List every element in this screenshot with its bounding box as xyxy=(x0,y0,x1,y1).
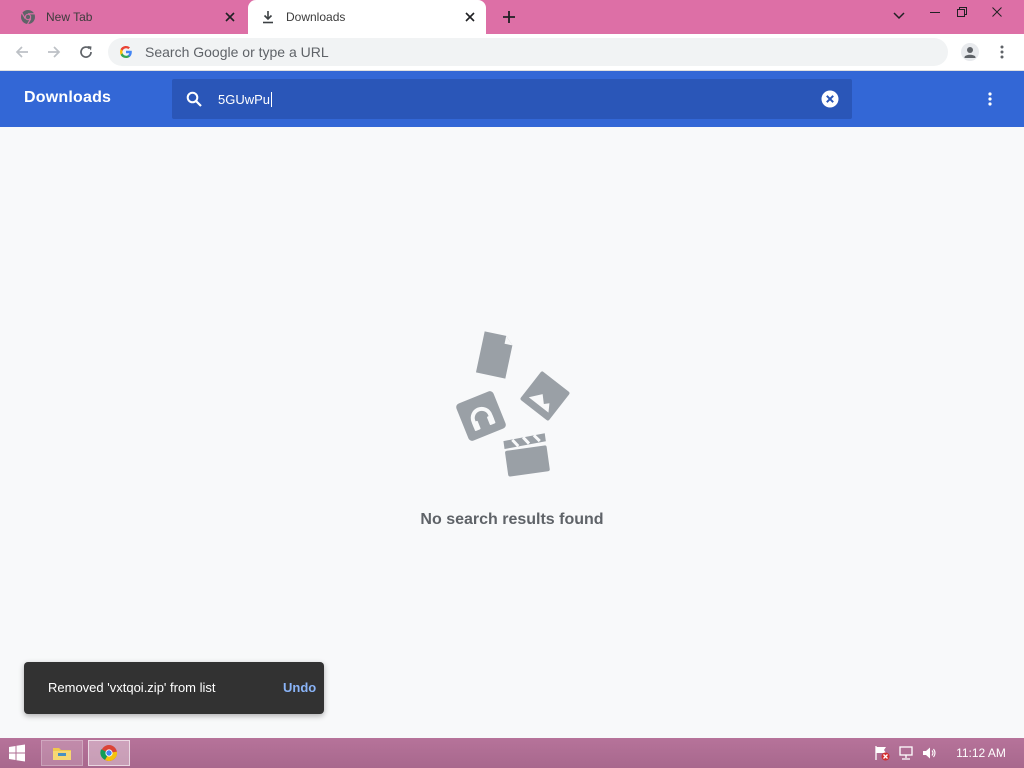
empty-state-illustration xyxy=(448,330,578,482)
downloads-header: Downloads 5GUwPu xyxy=(0,71,1024,127)
arrow-left-icon xyxy=(15,46,28,58)
undo-button[interactable]: Undo xyxy=(283,680,316,695)
text-caret xyxy=(271,91,273,107)
close-window-button[interactable] xyxy=(980,0,1014,24)
back-button[interactable] xyxy=(10,40,34,64)
arrow-right-icon xyxy=(48,46,61,58)
tab-new-tab[interactable]: New Tab xyxy=(8,0,246,34)
clear-icon xyxy=(821,90,839,108)
more-vert-icon xyxy=(1000,45,1004,59)
close-icon[interactable] xyxy=(460,7,480,27)
tab-label: New Tab xyxy=(46,10,93,24)
profile-button[interactable] xyxy=(958,40,982,64)
taskbar-chrome[interactable] xyxy=(88,740,130,766)
reload-icon xyxy=(80,46,92,58)
volume-icon[interactable] xyxy=(921,745,937,761)
search-input[interactable]: 5GUwPu xyxy=(218,91,820,107)
empty-state-message: No search results found xyxy=(420,511,604,528)
download-icon xyxy=(260,9,276,25)
image-icon xyxy=(520,371,570,421)
close-icon xyxy=(992,7,1002,17)
google-icon xyxy=(118,44,134,60)
folder-icon xyxy=(53,748,71,760)
action-center-flag-icon[interactable] xyxy=(874,745,890,761)
search-query: 5GUwPu xyxy=(218,91,271,107)
downloads-search-field[interactable]: 5GUwPu xyxy=(172,79,852,119)
windows-logo-icon xyxy=(9,744,25,762)
restore-button[interactable] xyxy=(945,0,979,24)
omnibox-input[interactable] xyxy=(143,43,948,61)
taskbar-file-explorer[interactable] xyxy=(41,740,83,766)
tab-downloads[interactable]: Downloads xyxy=(248,0,486,34)
taskbar: 11:12 AM xyxy=(0,738,1024,768)
taskbar-clock[interactable]: 11:12 AM xyxy=(950,746,1012,760)
new-tab-button[interactable] xyxy=(498,6,520,28)
reload-button[interactable] xyxy=(74,40,98,64)
tab-strip: New Tab Downloads xyxy=(0,0,1024,34)
clear-search-button[interactable] xyxy=(820,89,840,109)
plus-icon xyxy=(503,11,515,23)
omnibox[interactable] xyxy=(108,38,948,66)
downloads-menu-button[interactable] xyxy=(978,87,1002,111)
start-button[interactable] xyxy=(8,744,28,762)
close-icon[interactable] xyxy=(220,7,240,27)
chrome-icon xyxy=(100,745,118,761)
more-vert-icon xyxy=(988,92,992,106)
browser-toolbar xyxy=(0,34,1024,71)
minimize-icon xyxy=(930,12,940,13)
avatar-icon xyxy=(961,43,979,61)
audio-icon xyxy=(456,391,506,441)
chrome-menu-button[interactable] xyxy=(990,40,1014,64)
tab-search-button[interactable] xyxy=(882,4,916,28)
search-icon xyxy=(184,89,204,109)
toast-message: Removed 'vxtqoi.zip' from list xyxy=(48,680,216,695)
document-icon xyxy=(475,331,513,379)
chrome-icon xyxy=(20,9,36,25)
network-icon[interactable] xyxy=(898,745,914,761)
tab-label: Downloads xyxy=(286,10,346,24)
page-title: Downloads xyxy=(24,89,112,106)
forward-button[interactable] xyxy=(42,40,66,64)
video-icon xyxy=(503,433,550,477)
restore-icon xyxy=(957,7,967,17)
toast: Removed 'vxtqoi.zip' from list Undo xyxy=(24,662,324,714)
chevron-down-icon xyxy=(893,12,905,20)
